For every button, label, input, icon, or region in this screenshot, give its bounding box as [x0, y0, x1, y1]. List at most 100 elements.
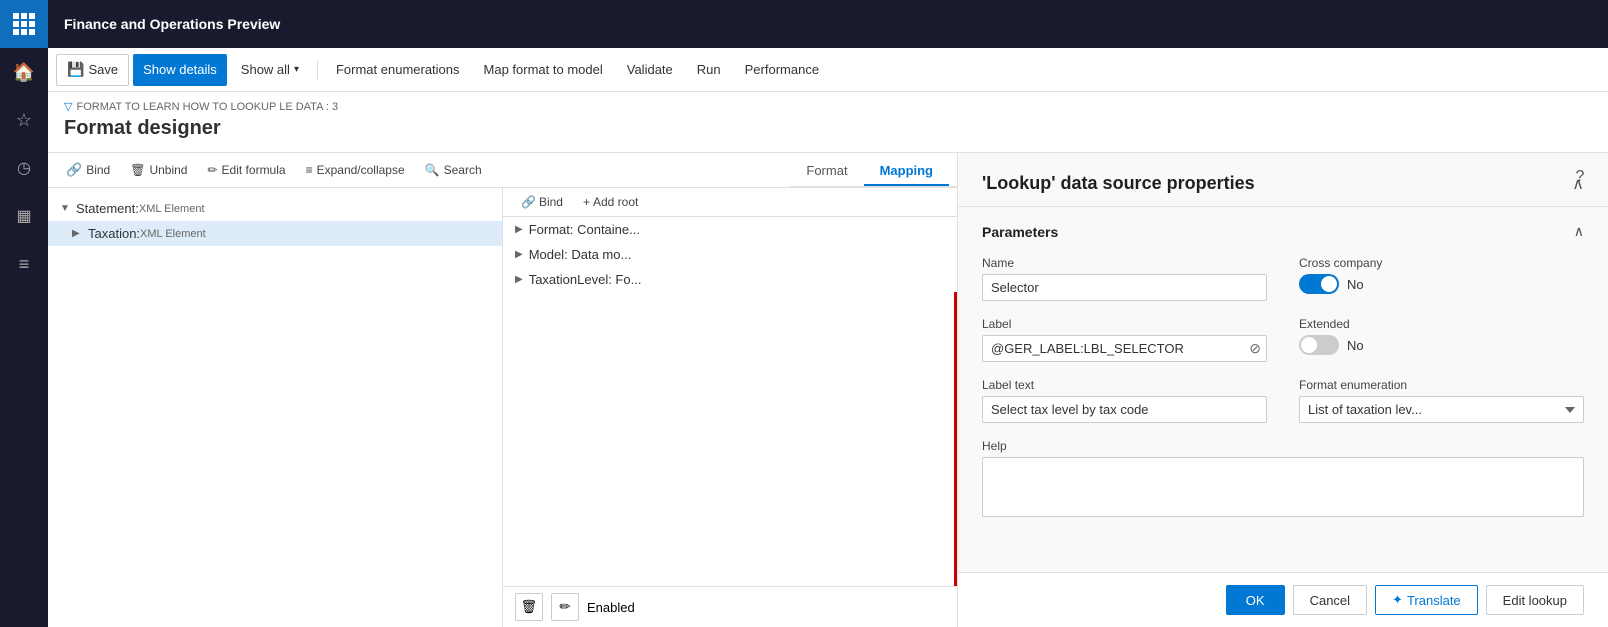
collapse-icon: ▼ [60, 203, 72, 214]
edit-mapping-button[interactable]: ✏ [551, 593, 579, 621]
secondary-toolbar-row: 🔗 Bind 🗑 Unbind ✏ Edit formula ≡ Expand/… [48, 153, 957, 188]
extended-toggle-thumb [1301, 337, 1317, 353]
sidebar-item-favorites[interactable]: ☆ [0, 96, 48, 144]
mapping-item-taxation[interactable]: ▶ TaxationLevel: Fo... [503, 267, 957, 292]
expand-collapse-button[interactable]: ≡ Expand/collapse [300, 160, 411, 180]
show-details-button[interactable]: Show details [133, 54, 227, 86]
expand-format-icon: ▶ [515, 224, 523, 235]
section-title: Parameters [982, 224, 1058, 240]
bind-toolbar: 🔗 Bind + Add root [503, 188, 957, 217]
label-text-field: Label text [982, 378, 1267, 423]
cross-company-field: Cross company No [1299, 256, 1584, 301]
search-icon: 🔍 [425, 163, 440, 177]
extended-toggle-row: No [1299, 335, 1584, 355]
grid-icon [13, 13, 35, 35]
app-title: Finance and Operations Preview [64, 16, 280, 32]
main-toolbar: 💾 Save Show details Show all ▾ Format en… [48, 48, 1608, 92]
format-enumeration-label: Format enumeration [1299, 378, 1584, 392]
name-field: Name [982, 256, 1267, 301]
app-launcher-button[interactable] [0, 0, 48, 48]
properties-footer: OK Cancel ✦ Translate Edit lookup [958, 572, 1608, 627]
ok-button[interactable]: OK [1226, 585, 1285, 615]
format-enumeration-field: Format enumeration List of taxation lev.… [1299, 378, 1584, 423]
save-button[interactable]: 💾 Save [56, 54, 129, 86]
content-split: 🔗 Bind 🗑 Unbind ✏ Edit formula ≡ Expand/… [48, 153, 1608, 627]
map-format-button[interactable]: Map format to model [474, 54, 613, 86]
enabled-label: Enabled [587, 600, 635, 615]
expand-icon: ≡ [306, 163, 313, 177]
mapping-item-format[interactable]: ▶ Format: Containe... [503, 217, 957, 242]
edit-formula-button[interactable]: ✏ Edit formula [201, 160, 291, 180]
cross-company-toggle[interactable] [1299, 274, 1339, 294]
extended-label: Extended [1299, 317, 1584, 331]
sidebar-item-allmodules[interactable]: ≡ [0, 240, 48, 288]
help-button[interactable]: ? [1568, 165, 1592, 189]
name-input[interactable] [982, 274, 1267, 301]
sidebar-item-workspaces[interactable]: ▦ [0, 192, 48, 240]
label-field: Label ⊘ [982, 317, 1267, 362]
run-button[interactable]: Run [687, 54, 731, 86]
edit-lookup-button[interactable]: Edit lookup [1486, 585, 1584, 615]
add-root-button[interactable]: + Add root [577, 192, 644, 212]
cancel-button[interactable]: Cancel [1293, 585, 1367, 615]
extended-toggle[interactable] [1299, 335, 1339, 355]
sidebar-item-recent[interactable]: ◷ [0, 144, 48, 192]
translate-button[interactable]: ✦ Translate [1375, 585, 1478, 615]
label-input-wrapper: ⊘ [982, 335, 1267, 362]
show-all-button[interactable]: Show all ▾ [231, 54, 309, 86]
bind-mapping-button[interactable]: 🔗 Bind [515, 192, 569, 212]
extended-value: No [1347, 338, 1364, 353]
sec-tools: 🔗 Bind 🗑 Unbind ✏ Edit formula ≡ Expand/… [48, 153, 790, 187]
tree-item-statement[interactable]: ▼ Statement: XML Element [48, 196, 502, 221]
add-icon: + [583, 195, 590, 209]
tab-mapping[interactable]: Mapping [864, 157, 949, 186]
label-input[interactable] [982, 335, 1267, 362]
help-textarea[interactable] [982, 457, 1584, 517]
unbind-button[interactable]: 🗑 Unbind [124, 160, 193, 180]
format-enumeration-select[interactable]: List of taxation lev...List taxation [1299, 396, 1584, 423]
label-label: Label [982, 317, 1267, 331]
label-text-label: Label text [982, 378, 1267, 392]
save-icon: 💾 [67, 61, 84, 78]
label-text-input[interactable] [982, 396, 1267, 423]
link-mapping-icon: 🔗 [521, 195, 536, 209]
left-panel: 🔗 Bind 🗑 Unbind ✏ Edit formula ≡ Expand/… [48, 153, 958, 627]
toolbar-divider-1 [317, 60, 318, 80]
sidebar: 🏠 ☆ ◷ ▦ ≡ [0, 0, 48, 627]
delete-mapping-button[interactable]: 🗑 [515, 593, 543, 621]
help-label: Help [982, 439, 1584, 453]
mapping-item-model[interactable]: ▶ Model: Data mo... [503, 242, 957, 267]
show-all-dropdown-arrow: ▾ [294, 64, 299, 75]
label-clear-button[interactable]: ⊘ [1249, 340, 1261, 357]
main-area: Finance and Operations Preview 💾 Save Sh… [48, 0, 1608, 627]
properties-title: 'Lookup' data source properties [982, 173, 1255, 194]
properties-header: 'Lookup' data source properties ∧ [958, 153, 1608, 207]
help-field: Help [982, 439, 1584, 517]
search-button[interactable]: 🔍 Search [419, 160, 488, 180]
edit-icon: ✏ [207, 163, 217, 177]
format-enumerations-button[interactable]: Format enumerations [326, 54, 470, 86]
mapping-column: 🔗 Bind + Add root ▶ Format: Containe... [503, 188, 957, 627]
name-label: Name [982, 256, 1267, 270]
section-toggle-icon: ∧ [1574, 223, 1584, 240]
toggle-thumb [1321, 276, 1337, 292]
pencil-icon: ✏ [559, 599, 570, 615]
tab-bar: Format Mapping [790, 157, 957, 187]
bind-button[interactable]: 🔗 Bind [60, 159, 116, 181]
page-title: Format designer [64, 117, 1592, 140]
sidebar-item-home[interactable]: 🏠 [0, 48, 48, 96]
mapping-toolbar: 🗑 ✏ Enabled [503, 586, 957, 627]
tree-item-taxation[interactable]: ▶ Taxation: XML Element [48, 221, 502, 246]
extended-field: Extended No [1299, 317, 1584, 362]
cross-company-value: No [1347, 277, 1364, 292]
cross-company-label: Cross company [1299, 256, 1584, 270]
properties-body: Parameters ∧ Name Cross company [958, 207, 1608, 572]
validate-button[interactable]: Validate [617, 54, 683, 86]
performance-button[interactable]: Performance [735, 54, 829, 86]
section-header[interactable]: Parameters ∧ [982, 223, 1584, 240]
filter-icon: ▽ [64, 100, 72, 113]
tab-format[interactable]: Format [790, 157, 863, 186]
link-icon: 🔗 [66, 162, 82, 178]
title-bar: Finance and Operations Preview [48, 0, 1608, 48]
translate-icon: ✦ [1392, 592, 1403, 608]
